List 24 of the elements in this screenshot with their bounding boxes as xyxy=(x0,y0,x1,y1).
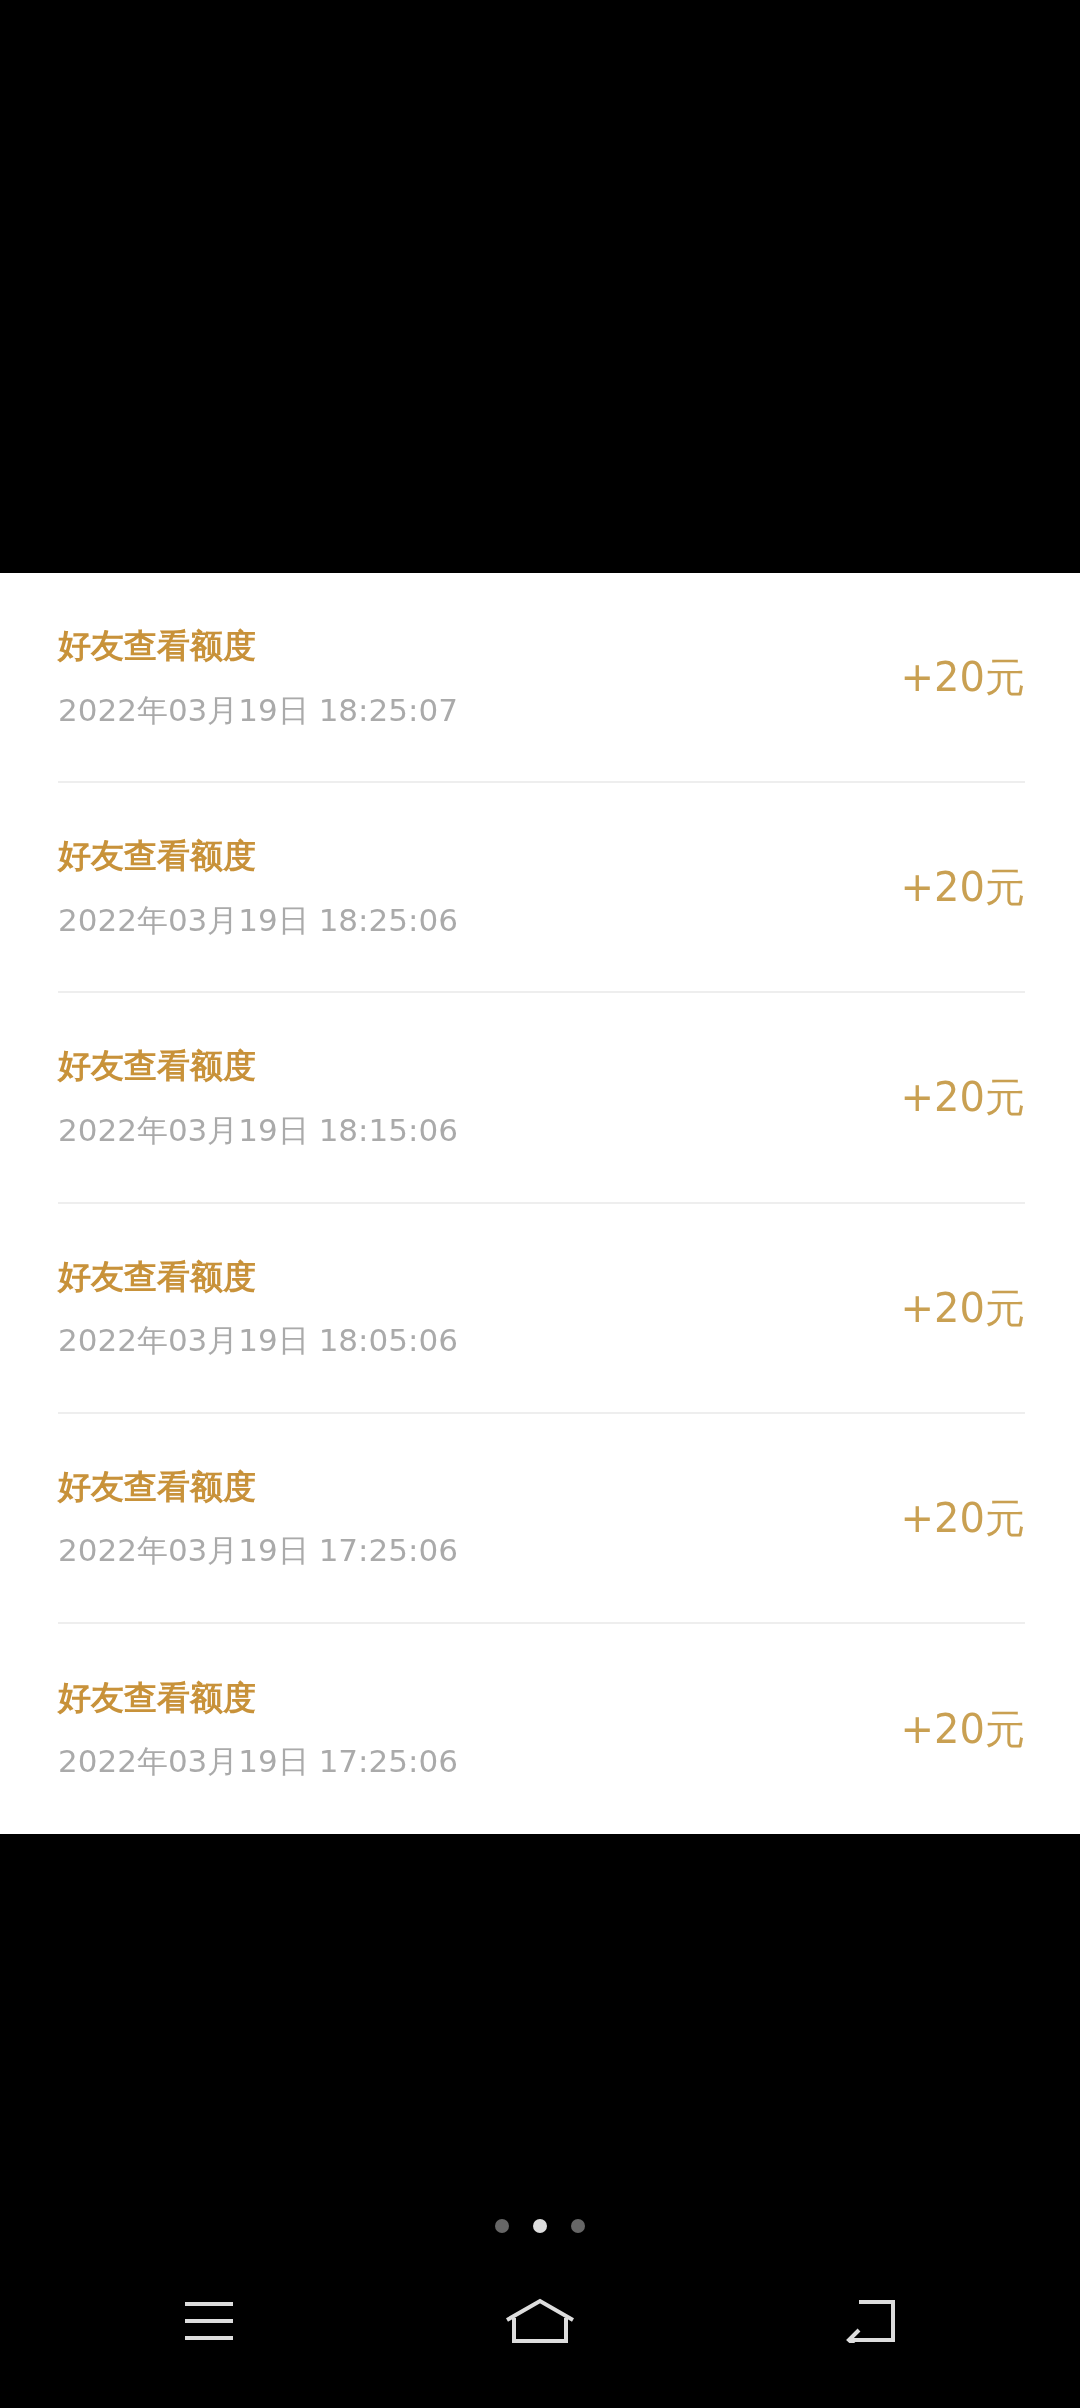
record-amount: +20元 xyxy=(900,1704,1025,1754)
record-title: 好友查看额度 xyxy=(58,835,257,878)
record-time: 2022年03月19日 18:05:06 xyxy=(58,1321,458,1361)
record-title: 好友查看额度 xyxy=(58,1676,257,1719)
record-time: 2022年03月19日 18:15:06 xyxy=(58,1110,458,1150)
page-dot[interactable] xyxy=(571,2219,585,2233)
home-icon[interactable] xyxy=(504,2297,576,2344)
page-dot[interactable] xyxy=(495,2219,509,2233)
record-time: 2022年03月19日 17:25:06 xyxy=(58,1531,458,1571)
back-icon[interactable] xyxy=(845,2298,898,2343)
page-dot[interactable] xyxy=(533,2219,547,2233)
record-amount: +20元 xyxy=(900,1283,1025,1333)
record-time: 2022年03月19日 18:25:07 xyxy=(58,690,458,730)
record-time: 2022年03月19日 18:25:06 xyxy=(58,900,458,940)
record-title: 好友查看额度 xyxy=(58,1255,257,1298)
menu-icon[interactable] xyxy=(182,2300,235,2341)
record-time: 2022年03月19日 17:25:06 xyxy=(58,1742,458,1782)
record-title: 好友查看额度 xyxy=(58,1045,257,1088)
record-title: 好友查看额度 xyxy=(58,1465,257,1508)
record-amount: +20元 xyxy=(900,863,1025,913)
record-title: 好友查看额度 xyxy=(58,625,257,668)
record-amount: +20元 xyxy=(900,1073,1025,1123)
record-amount: +20元 xyxy=(900,1493,1025,1543)
record-amount: +20元 xyxy=(900,653,1025,703)
